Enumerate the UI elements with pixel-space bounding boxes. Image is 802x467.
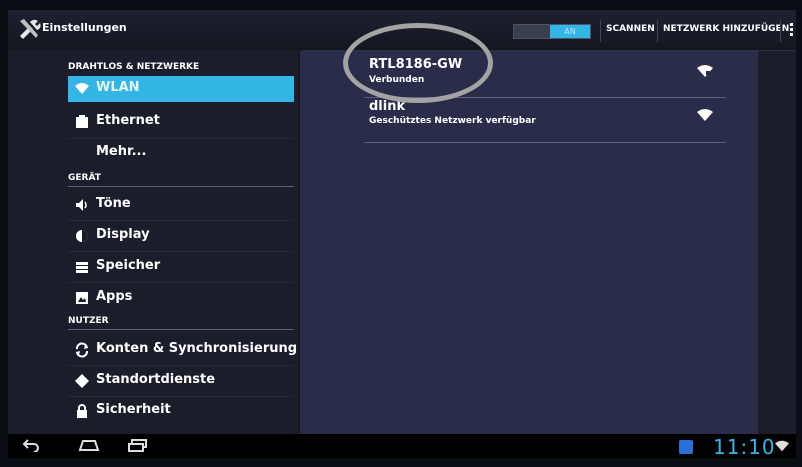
sync-icon: [76, 342, 88, 358]
list-divider: [68, 365, 294, 366]
settings-item-label: Standortdienste: [96, 372, 216, 387]
list-divider: [364, 142, 726, 143]
brightness-icon: [76, 230, 88, 242]
storage-icon: [76, 262, 88, 273]
settings-item-more[interactable]: Mehr...: [68, 140, 294, 166]
wifi-status-icon: [775, 440, 789, 452]
settings-item-ethernet[interactable]: Ethernet: [68, 109, 294, 135]
action-separator: [657, 20, 658, 42]
wifi-network-item[interactable]: dlink Geschütztes Netzwerk verfügbar: [369, 99, 727, 137]
settings-item-location[interactable]: Standortdienste: [68, 368, 294, 394]
back-icon[interactable]: [22, 438, 40, 452]
wifi-networks-panel: RTL8186-GW Verbunden dlink Geschütztes N…: [299, 51, 758, 435]
list-divider: [68, 220, 294, 221]
section-header-device: GERÄT: [68, 173, 101, 183]
section-header-line: [68, 186, 294, 187]
clock[interactable]: 11:10: [713, 435, 776, 458]
settings-item-label: Mehr...: [96, 144, 147, 159]
settings-item-apps[interactable]: Apps: [68, 285, 294, 311]
list-divider: [68, 282, 294, 283]
wifi-toggle-on-label: AN: [550, 25, 590, 38]
add-network-button[interactable]: NETZWERK HINZUFÜGEN: [663, 24, 789, 34]
apps-icon: [76, 292, 88, 304]
list-divider: [68, 138, 294, 139]
list-divider: [68, 396, 294, 397]
wifi-toggle[interactable]: AN: [513, 24, 591, 39]
wifi-signal-secured-icon: [697, 109, 713, 121]
home-icon[interactable]: [78, 439, 100, 451]
highlight-circle: [343, 23, 493, 103]
settings-item-accounts-sync[interactable]: Konten & Synchronisierung: [68, 337, 298, 363]
scan-button[interactable]: SCANNEN: [606, 24, 655, 34]
section-header-wireless: DRAHTLOS & NETZWERKE: [68, 62, 200, 72]
settings-tools-icon[interactable]: [16, 16, 42, 42]
settings-item-label: WLAN: [96, 80, 140, 95]
lock-icon: [77, 404, 87, 418]
location-icon: [75, 374, 89, 388]
settings-item-label: Ethernet: [96, 113, 160, 128]
action-separator: [600, 20, 601, 42]
settings-item-label: Sicherheit: [96, 402, 171, 417]
system-bar: 11:10: [8, 434, 796, 458]
recent-apps-icon[interactable]: [128, 439, 148, 452]
network-status: Geschütztes Netzwerk verfügbar: [369, 116, 536, 126]
action-separator: [780, 20, 781, 42]
section-header-user: NUTZER: [68, 316, 109, 326]
settings-item-wlan[interactable]: WLAN: [68, 76, 294, 102]
app-title: Einstellungen: [42, 21, 127, 34]
section-header-line: [68, 329, 294, 330]
settings-item-display[interactable]: Display: [68, 223, 294, 249]
notification-icon[interactable]: [679, 440, 693, 454]
settings-item-label: Apps: [96, 289, 133, 304]
screen: Einstellungen AN SCANNEN NETZWERK HINZUF…: [8, 10, 796, 458]
settings-item-sounds[interactable]: Töne: [68, 192, 294, 218]
wifi-icon: [75, 83, 89, 94]
ethernet-icon: [76, 115, 88, 128]
settings-list: DRAHTLOS & NETZWERKE WLAN Ethernet Mehr.…: [8, 50, 303, 430]
overflow-menu-icon[interactable]: [790, 23, 793, 38]
wifi-signal-connected-icon: [697, 65, 713, 77]
settings-item-label: Display: [96, 227, 150, 242]
settings-item-storage[interactable]: Speicher: [68, 254, 294, 280]
speaker-icon: [76, 199, 87, 211]
list-divider: [68, 251, 294, 252]
settings-item-security[interactable]: Sicherheit: [68, 398, 294, 424]
settings-item-label: Speicher: [96, 258, 161, 273]
settings-item-label: Töne: [96, 196, 131, 211]
settings-item-label: Konten & Synchronisierung: [96, 341, 298, 356]
